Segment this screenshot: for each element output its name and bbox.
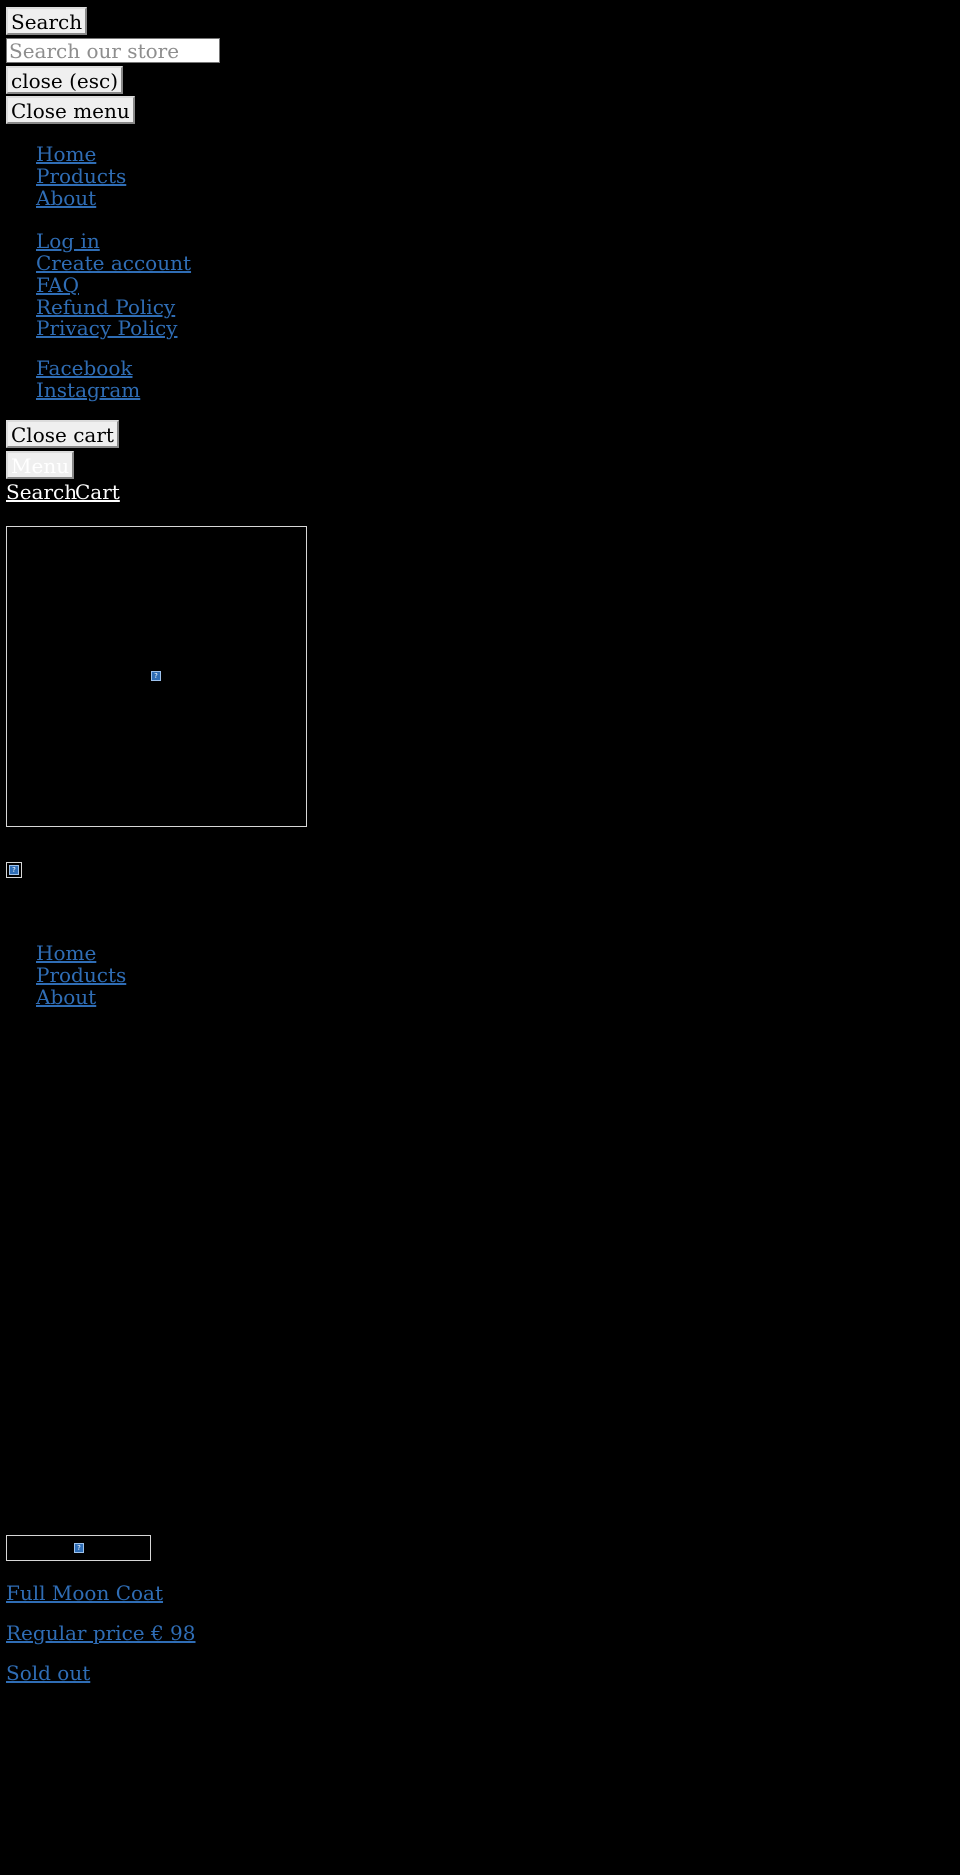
search-input[interactable] bbox=[6, 38, 220, 63]
main-nav-about-link[interactable]: About bbox=[36, 986, 96, 1008]
hero-image: ? bbox=[6, 526, 307, 827]
close-menu-button[interactable]: Close menu bbox=[6, 96, 135, 124]
search-close-button[interactable]: close (esc) bbox=[6, 66, 124, 94]
drawer-faq-link[interactable]: FAQ bbox=[36, 274, 79, 296]
drawer-refund-policy-link[interactable]: Refund Policy bbox=[36, 296, 175, 318]
product-image-link[interactable]: ? bbox=[6, 1535, 151, 1561]
broken-image-icon: ? bbox=[74, 1543, 84, 1553]
drawer-nav-products-link[interactable]: Products bbox=[36, 165, 126, 187]
product-price-link[interactable]: Regular price € 98 bbox=[6, 1622, 196, 1644]
search-submit-button[interactable]: Search bbox=[6, 7, 88, 35]
header-cart-link[interactable]: Cart bbox=[75, 481, 120, 503]
page: Search close (esc) Close menu Home Produ… bbox=[0, 0, 960, 1875]
main-nav-products-link[interactable]: Products bbox=[36, 964, 126, 986]
logo-link[interactable]: ? bbox=[6, 862, 22, 878]
drawer-facebook-link[interactable]: Facebook bbox=[36, 357, 132, 379]
broken-image-icon: ? bbox=[9, 865, 19, 875]
main-nav-home-link[interactable]: Home bbox=[36, 942, 96, 964]
drawer-nav-about-link[interactable]: About bbox=[36, 187, 96, 209]
broken-image-icon: ? bbox=[151, 671, 161, 681]
drawer-nav-home-link[interactable]: Home bbox=[36, 143, 96, 165]
menu-toggle-button[interactable]: Menu bbox=[6, 451, 75, 479]
drawer-privacy-policy-link[interactable]: Privacy Policy bbox=[36, 317, 177, 339]
drawer-login-link[interactable]: Log in bbox=[36, 230, 100, 252]
close-cart-button[interactable]: Close cart bbox=[6, 420, 119, 448]
drawer-create-account-link[interactable]: Create account bbox=[36, 252, 191, 274]
header-search-link[interactable]: Search bbox=[6, 481, 77, 503]
drawer-instagram-link[interactable]: Instagram bbox=[36, 379, 140, 401]
product-status-link[interactable]: Sold out bbox=[6, 1662, 90, 1684]
product-title-link[interactable]: Full Moon Coat bbox=[6, 1582, 163, 1604]
